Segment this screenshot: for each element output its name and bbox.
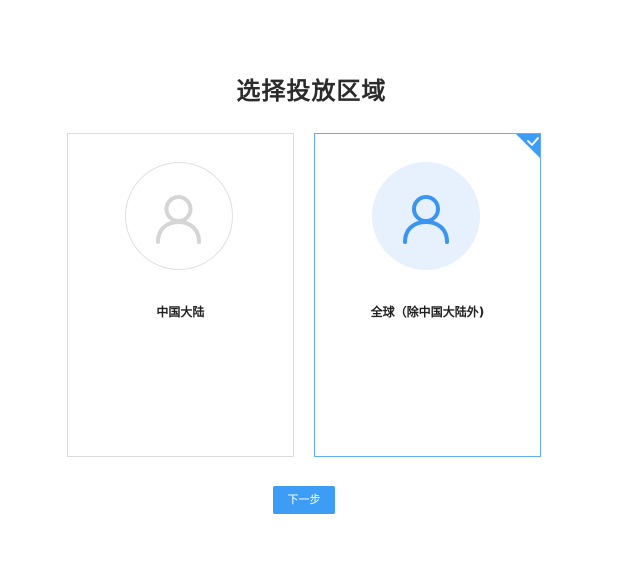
region-label: 全球（除中国大陆外) bbox=[370, 305, 485, 319]
region-card-mainland[interactable]: 中国大陆 bbox=[67, 133, 294, 457]
region-select-page: 选择投放区域 中国大陆 全球（除中国大陆外) 下一步 bbox=[0, 0, 623, 581]
user-icon bbox=[156, 195, 201, 244]
avatar bbox=[125, 162, 233, 270]
avatar bbox=[372, 162, 480, 270]
next-button[interactable]: 下一步 bbox=[273, 486, 335, 514]
selected-check-icon bbox=[516, 134, 540, 158]
region-label: 中国大陆 bbox=[156, 305, 205, 319]
page-title: 选择投放区域 bbox=[236, 77, 387, 105]
user-icon bbox=[403, 195, 449, 244]
region-card-global[interactable]: 全球（除中国大陆外) bbox=[314, 133, 541, 457]
